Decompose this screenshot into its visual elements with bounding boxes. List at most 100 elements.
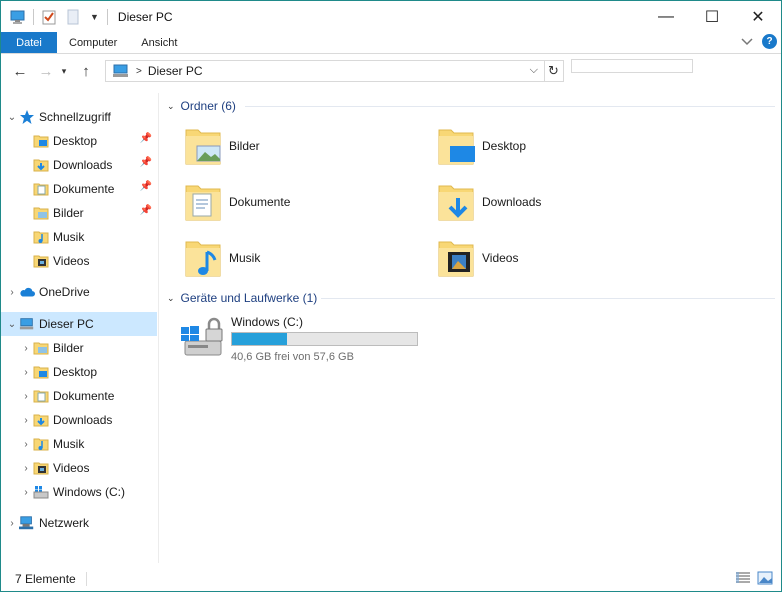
tree-item-this-pc[interactable]: ⌄ Dieser PC	[1, 312, 157, 336]
ribbon-tabs: Datei Computer Ansicht ?	[1, 32, 781, 54]
collapsed-chevron-icon[interactable]: ›	[19, 391, 33, 402]
tree-item-network[interactable]: › Netzwerk	[5, 511, 160, 535]
tree-item-desktop[interactable]: Desktop 📌	[19, 129, 156, 153]
forward-arrow-icon[interactable]: →	[35, 60, 57, 82]
ribbon-right-controls: ?	[740, 34, 777, 49]
network-icon	[19, 515, 35, 531]
folder-tile-videos[interactable]: Videos	[436, 233, 676, 283]
tree-item-pc-desktop[interactable]: › Desktop	[19, 360, 156, 384]
folder-tile-dokumente[interactable]: Dokumente	[183, 177, 423, 227]
tree-label: Dokumente	[53, 389, 115, 403]
this-pc-icon[interactable]	[9, 8, 27, 26]
item-count: 7 Elemente	[15, 572, 76, 586]
breadcrumb-dieser-pc[interactable]: Dieser PC	[148, 64, 203, 78]
folder-tile-bilder[interactable]: Bilder	[183, 121, 423, 171]
expand-ribbon-chevron-icon[interactable]	[740, 37, 754, 47]
tree-label: Dokumente	[53, 182, 115, 196]
maximize-button[interactable]: ☐	[689, 1, 735, 32]
videos-folder-icon	[436, 236, 476, 280]
tree-label: Desktop	[53, 365, 98, 379]
tree-item-pc-windows-c[interactable]: › Windows (C:)	[19, 480, 156, 504]
tree-item-downloads[interactable]: Downloads 📌	[19, 153, 156, 177]
details-view-icon[interactable]	[735, 571, 751, 585]
tab-datei[interactable]: Datei	[1, 32, 57, 53]
group-collapse-chevron-icon[interactable]: ⌄	[167, 101, 175, 112]
customize-toolbar-dropdown-icon[interactable]: ▼	[90, 12, 99, 22]
tree-item-dokumente[interactable]: Dokumente 📌	[19, 177, 156, 201]
tree-label: Netzwerk	[39, 516, 90, 530]
group-collapse-chevron-icon[interactable]: ⌄	[167, 293, 175, 304]
tab-computer[interactable]: Computer	[57, 32, 129, 53]
tree-item-videos[interactable]: Videos	[19, 249, 156, 273]
expanded-chevron-icon[interactable]: ⌄	[5, 319, 19, 330]
minimize-button[interactable]: —	[643, 1, 689, 32]
refresh-button[interactable]: ↻	[544, 60, 564, 82]
drive-label: Windows (C:)	[231, 315, 304, 329]
pin-icon[interactable]: 📌	[140, 133, 152, 144]
back-arrow-icon[interactable]: ←	[9, 60, 31, 82]
tree-item-pc-musik[interactable]: › Musik	[19, 432, 156, 456]
large-icons-view-icon[interactable]	[757, 571, 773, 585]
downloads-folder-icon	[33, 157, 49, 173]
tree-item-onedrive[interactable]: › OneDrive	[5, 280, 160, 304]
tree-label: Schnellzugriff	[39, 110, 111, 124]
tree-label: Bilder	[53, 206, 84, 220]
pin-icon[interactable]: 📌	[140, 181, 152, 192]
folder-label: Desktop	[482, 139, 527, 153]
pin-icon[interactable]: 📌	[140, 157, 152, 168]
status-bar: 7 Elemente	[1, 567, 781, 591]
folder-tile-downloads[interactable]: Downloads	[436, 177, 676, 227]
tree-item-pc-dokumente[interactable]: › Dokumente	[19, 384, 156, 408]
status-separator	[85, 572, 87, 586]
expanded-chevron-icon[interactable]: ⌄	[5, 112, 19, 123]
drive-free-space: 40,6 GB frei von 57,6 GB	[231, 351, 354, 363]
collapsed-chevron-icon[interactable]: ›	[19, 487, 33, 498]
documents-folder-icon	[33, 388, 49, 404]
group-header-folders[interactable]: ⌄ Ordner (6)	[167, 96, 236, 116]
videos-folder-icon	[33, 460, 49, 476]
group-header-devices[interactable]: ⌄ Geräte und Laufwerke (1)	[167, 288, 317, 308]
tree-item-musik[interactable]: Musik	[19, 225, 156, 249]
folder-tile-musik[interactable]: Musik	[183, 233, 423, 283]
tree-item-pc-bilder[interactable]: › Bilder	[19, 336, 156, 360]
tree-item-pc-videos[interactable]: › Videos	[19, 456, 156, 480]
drive-usage-bar	[231, 332, 418, 346]
windows-drive-icon	[33, 484, 49, 500]
navigation-pane: ⌄ Schnellzugriff Desktop 📌 Downloads 📌 D…	[1, 93, 159, 563]
recent-locations-chevron-icon[interactable]: ▾	[57, 60, 71, 82]
group-header-label: Ordner (6)	[180, 99, 236, 113]
search-input[interactable]	[571, 59, 693, 73]
pictures-folder-icon	[183, 124, 223, 168]
folder-tile-desktop[interactable]: Desktop	[436, 121, 676, 171]
address-dropdown-chevron-icon[interactable]: ⌵	[530, 64, 538, 77]
collapsed-chevron-icon[interactable]: ›	[5, 287, 19, 298]
pin-icon[interactable]: 📌	[140, 205, 152, 216]
properties-icon[interactable]	[40, 8, 58, 26]
navigation-bar: ← → ▾ ↑ > Dieser PC ⌵ ↻	[1, 55, 781, 87]
drive-tile-windows-c[interactable]: Windows (C:) 40,6 GB frei von 57,6 GB	[179, 315, 439, 365]
tree-item-bilder[interactable]: Bilder 📌	[19, 201, 156, 225]
up-arrow-icon[interactable]: ↑	[75, 60, 97, 82]
close-button[interactable]: ✕	[735, 1, 781, 32]
tree-item-pc-downloads[interactable]: › Downloads	[19, 408, 156, 432]
address-bar[interactable]: > Dieser PC ⌵	[105, 60, 545, 82]
collapsed-chevron-icon[interactable]: ›	[19, 463, 33, 474]
tree-label: Downloads	[53, 158, 113, 172]
pictures-folder-icon	[33, 205, 49, 221]
collapsed-chevron-icon[interactable]: ›	[19, 367, 33, 378]
group-header-label: Geräte und Laufwerke (1)	[180, 291, 318, 305]
tab-ansicht[interactable]: Ansicht	[129, 32, 189, 53]
collapsed-chevron-icon[interactable]: ›	[19, 343, 33, 354]
documents-folder-icon	[183, 180, 223, 224]
collapsed-chevron-icon[interactable]: ›	[5, 518, 19, 529]
breadcrumb-chevron-icon[interactable]: >	[136, 66, 142, 77]
music-folder-icon	[33, 229, 49, 245]
collapsed-chevron-icon[interactable]: ›	[19, 415, 33, 426]
new-folder-icon[interactable]	[64, 8, 82, 26]
tree-label: OneDrive	[39, 285, 90, 299]
help-button[interactable]: ?	[762, 34, 777, 49]
tree-item-quick-access[interactable]: ⌄ Schnellzugriff	[5, 105, 160, 129]
folder-label: Musik	[229, 251, 261, 265]
collapsed-chevron-icon[interactable]: ›	[19, 439, 33, 450]
view-switcher	[735, 571, 773, 585]
